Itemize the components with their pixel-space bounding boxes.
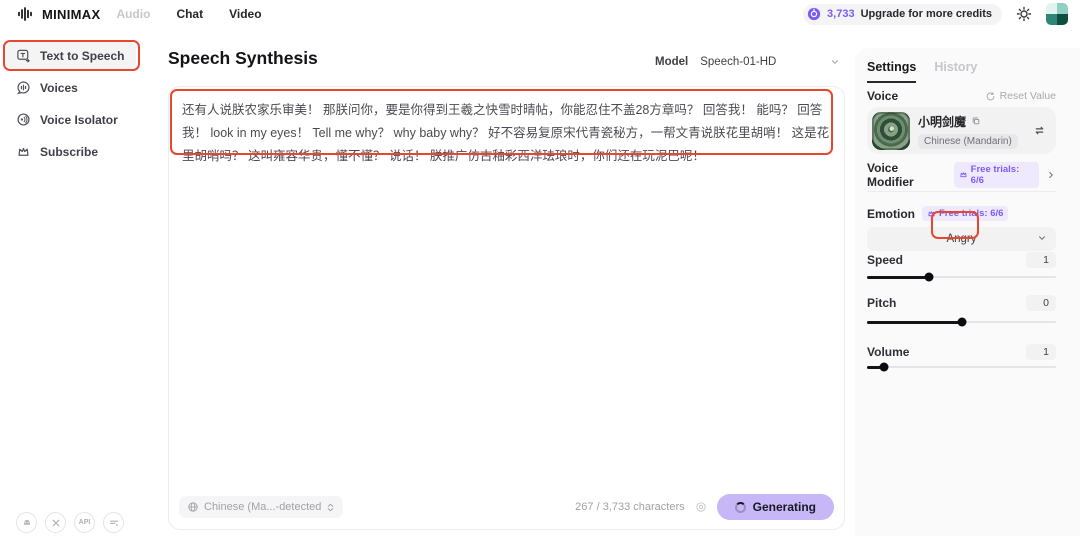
discord-button[interactable] [16,512,37,533]
user-avatar[interactable] [1046,3,1068,25]
sidebar: Text to Speech Voices Voice Isolator Sub… [6,42,156,170]
globe-icon [187,501,199,513]
volume-value: 1 [1026,344,1056,360]
header-right: 3,733 Upgrade for more credits [803,3,1068,25]
chevron-down-icon [830,57,840,67]
voice-modifier-row[interactable]: Voice Modifier Free trials: 6/6 [867,161,1056,192]
speed-slider-header: Speed 1 [867,252,1056,268]
credits-pill[interactable]: 3,733 Upgrade for more credits [803,3,1002,25]
model-select[interactable]: Model Speech-01-HD [655,52,840,72]
x-icon [52,519,59,526]
slider-knob[interactable] [924,272,934,282]
text-to-speech-icon [16,48,31,63]
settings-panel: Settings History Voice Reset Value 小明剑魔 [855,48,1080,536]
crown-icon [16,144,31,159]
discord-icon [23,519,30,525]
reset-icon [986,91,994,100]
voice-modifier-trials-badge: Free trials: 6/6 [953,161,1039,188]
emotion-trials-badge: Free trials: 6/6 [922,206,1009,221]
top-header: MINIMAX Audio Chat Video 3,733 Upgrade f… [0,0,1080,28]
emotion-section-header: Emotion Free trials: 6/6 [867,206,1056,221]
speed-value: 1 [1026,252,1056,268]
tab-history[interactable]: History [934,60,977,83]
voice-label: Voice [867,89,899,103]
emotion-value: Angry [946,233,977,245]
voice-language-badge: Chinese (Mandarin) [918,133,1018,149]
char-count: 267 / 3,733 characters [575,501,685,513]
upgrade-link[interactable]: Upgrade for more credits [861,8,992,20]
settings-tabs: Settings History [867,60,1056,83]
generate-button-label: Generating [752,500,816,514]
pitch-slider-header: Pitch 0 [867,295,1056,311]
credits-count: 3,733 [827,8,855,20]
emotion-select[interactable]: Angry [867,227,1056,251]
page-title: Speech Synthesis [168,48,318,68]
model-value: Speech-01-HD [700,56,777,68]
language-select[interactable]: Chinese (Ma...-detected [179,496,344,518]
editor-footer: Chinese (Ma...-detected 267 / 3,733 char… [179,494,834,520]
reset-value-button[interactable]: Reset Value [985,90,1056,102]
volume-slider[interactable] [867,362,1056,372]
slider-knob[interactable] [957,317,966,327]
theme-toggle-icon[interactable] [1016,6,1032,22]
slider-fill [867,275,930,279]
text-editor-panel: 还有人说朕农家乐审美！ 那朕问你，要是你得到王羲之快雪时晴帖，你能忍住不盖28方… [168,86,845,530]
copy-icon[interactable] [971,116,981,126]
chevron-right-icon [1046,170,1056,180]
sidebar-item-label: Subscribe [40,144,99,159]
tab-settings[interactable]: Settings [867,60,917,83]
speed-slider[interactable] [867,272,1056,282]
coin-icon [807,7,821,21]
voices-icon [16,80,31,95]
sidebar-item-label: Text to Speech [40,48,125,63]
volume-slider-header: Volume 1 [867,344,1056,360]
voice-card[interactable]: 小明剑魔 Chinese (Mandarin) [867,107,1056,154]
sidebar-item-voice-isolator[interactable]: Voice Isolator [6,106,136,133]
minimax-logo-icon [16,6,34,22]
voice-name: 小明剑魔 [918,114,967,129]
pitch-value: 0 [1026,295,1056,311]
voice-modifier-label: Voice Modifier [867,160,914,189]
nav-tab-video[interactable]: Video [229,7,261,21]
language-value: Chinese (Ma...-detected [204,501,322,513]
voice-avatar [872,111,910,150]
brand-name: MINIMAX [42,6,101,22]
slider-knob[interactable] [879,362,889,372]
crown-icon [960,172,967,178]
x-twitter-button[interactable] [45,512,66,533]
nav-tab-chat[interactable]: Chat [176,7,203,21]
api-button[interactable]: API [74,512,95,533]
spinner-icon [734,501,746,513]
changelog-icon [109,520,118,526]
sidebar-item-voices[interactable]: Voices [6,74,136,101]
voice-meta: 小明剑魔 Chinese (Mandarin) [918,113,1018,149]
model-label: Model [655,56,689,68]
volume-label: Volume [867,345,910,359]
chevron-down-icon [1037,233,1047,243]
speed-label: Speed [867,253,904,267]
changelog-button[interactable] [103,512,124,533]
sidebar-item-subscribe[interactable]: Subscribe [6,138,136,165]
sidebar-item-label: Voice Isolator [40,112,118,127]
crown-icon [928,211,935,217]
voice-isolator-icon [16,112,31,127]
editor-text-input[interactable]: 还有人说朕农家乐审美！ 那朕问你，要是你得到王羲之快雪时晴帖，你能忍住不盖28方… [182,99,831,168]
editor-footer-right: 267 / 3,733 characters Generating [575,494,834,520]
emotion-label: Emotion [867,206,915,221]
sidebar-item-label: Voices [40,80,78,95]
product-nav: Audio Chat Video [116,7,261,21]
updown-arrows-icon [326,502,335,513]
api-label: API [78,519,91,526]
voice-section-header: Voice Reset Value [867,89,1056,103]
sidebar-item-text-to-speech[interactable]: Text to Speech [6,42,136,69]
sidebar-footer: API [16,512,124,533]
pitch-slider[interactable] [867,317,1056,327]
pitch-label: Pitch [867,296,897,310]
generate-button[interactable]: Generating [716,494,834,520]
swap-voice-icon[interactable] [1033,124,1046,137]
minimax-audio-app: MINIMAX Audio Chat Video 3,733 Upgrade f… [0,0,1080,536]
credit-cost-icon [695,501,707,513]
slider-fill [867,320,962,324]
nav-tab-audio[interactable]: Audio [116,7,150,21]
